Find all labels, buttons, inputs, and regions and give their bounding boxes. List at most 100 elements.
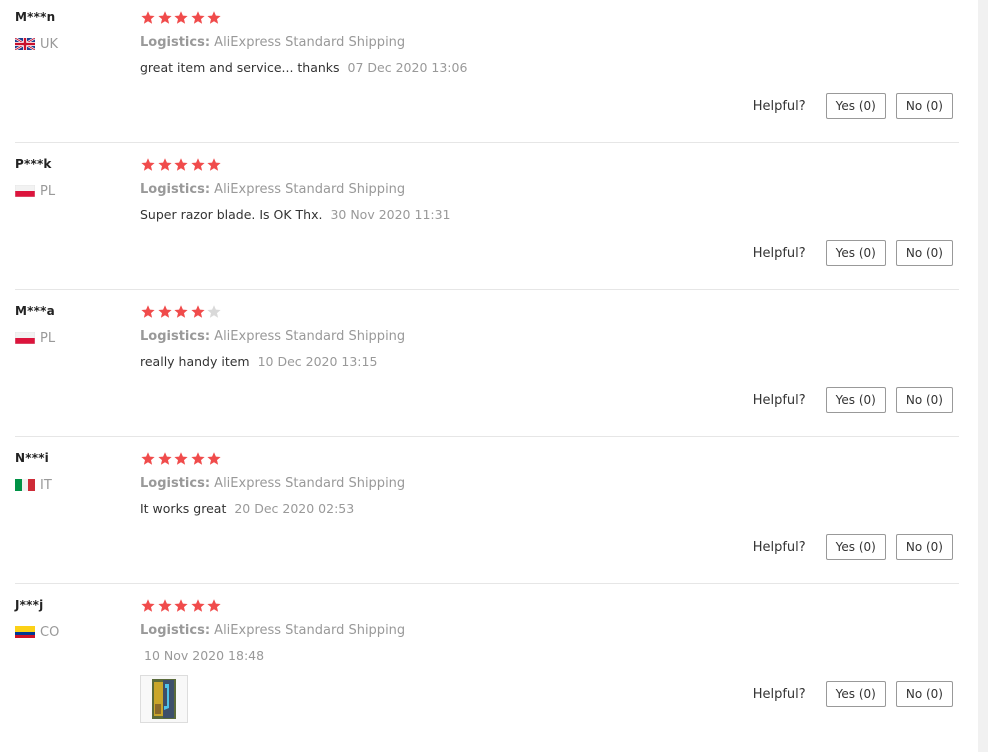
star-filled-icon — [174, 11, 188, 24]
helpful-label: Helpful? — [752, 539, 806, 555]
comment-text: really handy item — [140, 354, 250, 369]
review-item: N***i IT Logistics: AliExpress Standard … — [0, 441, 978, 588]
user-country: IT — [15, 477, 52, 493]
star-filled-icon — [174, 599, 188, 612]
star-rating — [140, 157, 223, 173]
user-name: M***n — [15, 10, 56, 24]
divider — [15, 583, 959, 584]
logistics-label: Logistics: — [140, 182, 211, 197]
logistics-info: Logistics: AliExpress Standard Shipping — [140, 623, 405, 638]
helpful-vote: Helpful? Yes (0) No (0) — [753, 534, 953, 560]
pl-flag-icon — [15, 185, 35, 197]
helpful-vote: Helpful? Yes (0) No (0) — [753, 93, 953, 119]
user-name: P***k — [15, 157, 52, 171]
star-filled-icon — [157, 452, 172, 465]
helpful-vote: Helpful? Yes (0) No (0) — [753, 681, 953, 707]
pl-flag-icon — [15, 332, 35, 344]
helpful-vote: Helpful? Yes (0) No (0) — [753, 240, 953, 266]
helpful-yes-button[interactable]: Yes (0) — [825, 534, 886, 560]
review-comment: Super razor blade. Is OK Thx. 30 Nov 202… — [140, 207, 451, 222]
review-comment: 10 Nov 2020 18:48 — [140, 648, 264, 663]
star-filled-icon — [157, 305, 172, 318]
star-filled-icon — [190, 305, 205, 318]
feedback-list: M***n UK Logistics: AliExpress Standard … — [0, 0, 978, 752]
review-comment: really handy item 10 Dec 2020 13:15 — [140, 354, 377, 369]
helpful-yes-button[interactable]: Yes (0) — [825, 681, 886, 707]
helpful-no-button[interactable]: No (0) — [895, 534, 953, 560]
logistics-info: Logistics: AliExpress Standard Shipping — [140, 329, 405, 344]
helpful-label: Helpful? — [752, 245, 806, 261]
star-filled-icon — [174, 305, 188, 318]
comment-text: great item and service... thanks — [140, 60, 340, 75]
star-rating — [140, 451, 223, 467]
review-date: 07 Dec 2020 13:06 — [347, 60, 468, 75]
scrollbar[interactable] — [978, 0, 988, 752]
comment-text: It works great — [140, 501, 227, 516]
country-code: CO — [40, 624, 60, 640]
logistics-label: Logistics: — [140, 476, 211, 491]
review-photo-thumbnail[interactable] — [140, 675, 188, 723]
helpful-label: Helpful? — [752, 392, 806, 408]
review-item: M***n UK Logistics: AliExpress Standard … — [0, 0, 978, 147]
shipping-method: AliExpress Standard Shipping — [214, 329, 406, 344]
user-country: PL — [15, 330, 55, 346]
review-item: J***j CO Logistics: AliExpress Standard … — [0, 588, 978, 752]
star-filled-icon — [174, 452, 188, 465]
co-flag-icon — [15, 626, 35, 638]
shipping-method: AliExpress Standard Shipping — [214, 35, 406, 50]
uk-flag-icon — [15, 38, 35, 50]
logistics-label: Logistics: — [140, 329, 211, 344]
helpful-no-button[interactable]: No (0) — [895, 681, 953, 707]
star-filled-icon — [157, 158, 172, 171]
comment-text: Super razor blade. Is OK Thx. — [140, 207, 323, 222]
review-comment: It works great 20 Dec 2020 02:53 — [140, 501, 354, 516]
helpful-no-button[interactable]: No (0) — [895, 240, 953, 266]
user-name: N***i — [15, 451, 49, 465]
star-filled-icon — [190, 158, 205, 171]
review-comment: great item and service... thanks 07 Dec … — [140, 60, 467, 75]
user-country: PL — [15, 183, 55, 199]
country-code: PL — [40, 330, 56, 346]
helpful-label: Helpful? — [752, 686, 806, 702]
star-filled-icon — [157, 11, 172, 24]
review-date: 10 Dec 2020 13:15 — [257, 354, 378, 369]
shipping-method: AliExpress Standard Shipping — [214, 623, 406, 638]
review-item: M***a PL Logistics: AliExpress Standard … — [0, 294, 978, 441]
star-filled-icon — [190, 599, 205, 612]
helpful-yes-button[interactable]: Yes (0) — [825, 240, 886, 266]
star-rating — [140, 10, 223, 26]
star-filled-icon — [190, 452, 205, 465]
star-filled-icon — [141, 599, 155, 612]
star-filled-icon — [141, 158, 155, 171]
helpful-yes-button[interactable]: Yes (0) — [825, 387, 886, 413]
star-filled-icon — [207, 452, 221, 465]
divider — [15, 142, 959, 143]
star-filled-icon — [141, 452, 155, 465]
star-filled-icon — [174, 158, 188, 171]
star-empty-icon — [207, 305, 221, 318]
review-date: 10 Nov 2020 18:48 — [144, 648, 265, 663]
it-flag-icon — [15, 479, 35, 491]
review-date: 20 Dec 2020 02:53 — [234, 501, 355, 516]
country-code: PL — [40, 183, 56, 199]
user-country: CO — [15, 624, 59, 640]
country-code: IT — [40, 477, 52, 493]
review-date: 30 Nov 2020 11:31 — [330, 207, 451, 222]
helpful-no-button[interactable]: No (0) — [895, 93, 953, 119]
logistics-info: Logistics: AliExpress Standard Shipping — [140, 182, 405, 197]
star-filled-icon — [207, 158, 221, 171]
logistics-info: Logistics: AliExpress Standard Shipping — [140, 476, 405, 491]
helpful-no-button[interactable]: No (0) — [895, 387, 953, 413]
logistics-label: Logistics: — [140, 623, 211, 638]
logistics-info: Logistics: AliExpress Standard Shipping — [140, 35, 405, 50]
user-country: UK — [15, 36, 58, 52]
helpful-yes-button[interactable]: Yes (0) — [825, 93, 886, 119]
user-name: J***j — [15, 598, 44, 612]
helpful-vote: Helpful? Yes (0) No (0) — [753, 387, 953, 413]
divider — [15, 289, 959, 290]
shipping-method: AliExpress Standard Shipping — [214, 182, 406, 197]
star-filled-icon — [157, 599, 172, 612]
star-filled-icon — [207, 11, 221, 24]
star-filled-icon — [141, 305, 155, 318]
review-item: P***k PL Logistics: AliExpress Standard … — [0, 147, 978, 294]
